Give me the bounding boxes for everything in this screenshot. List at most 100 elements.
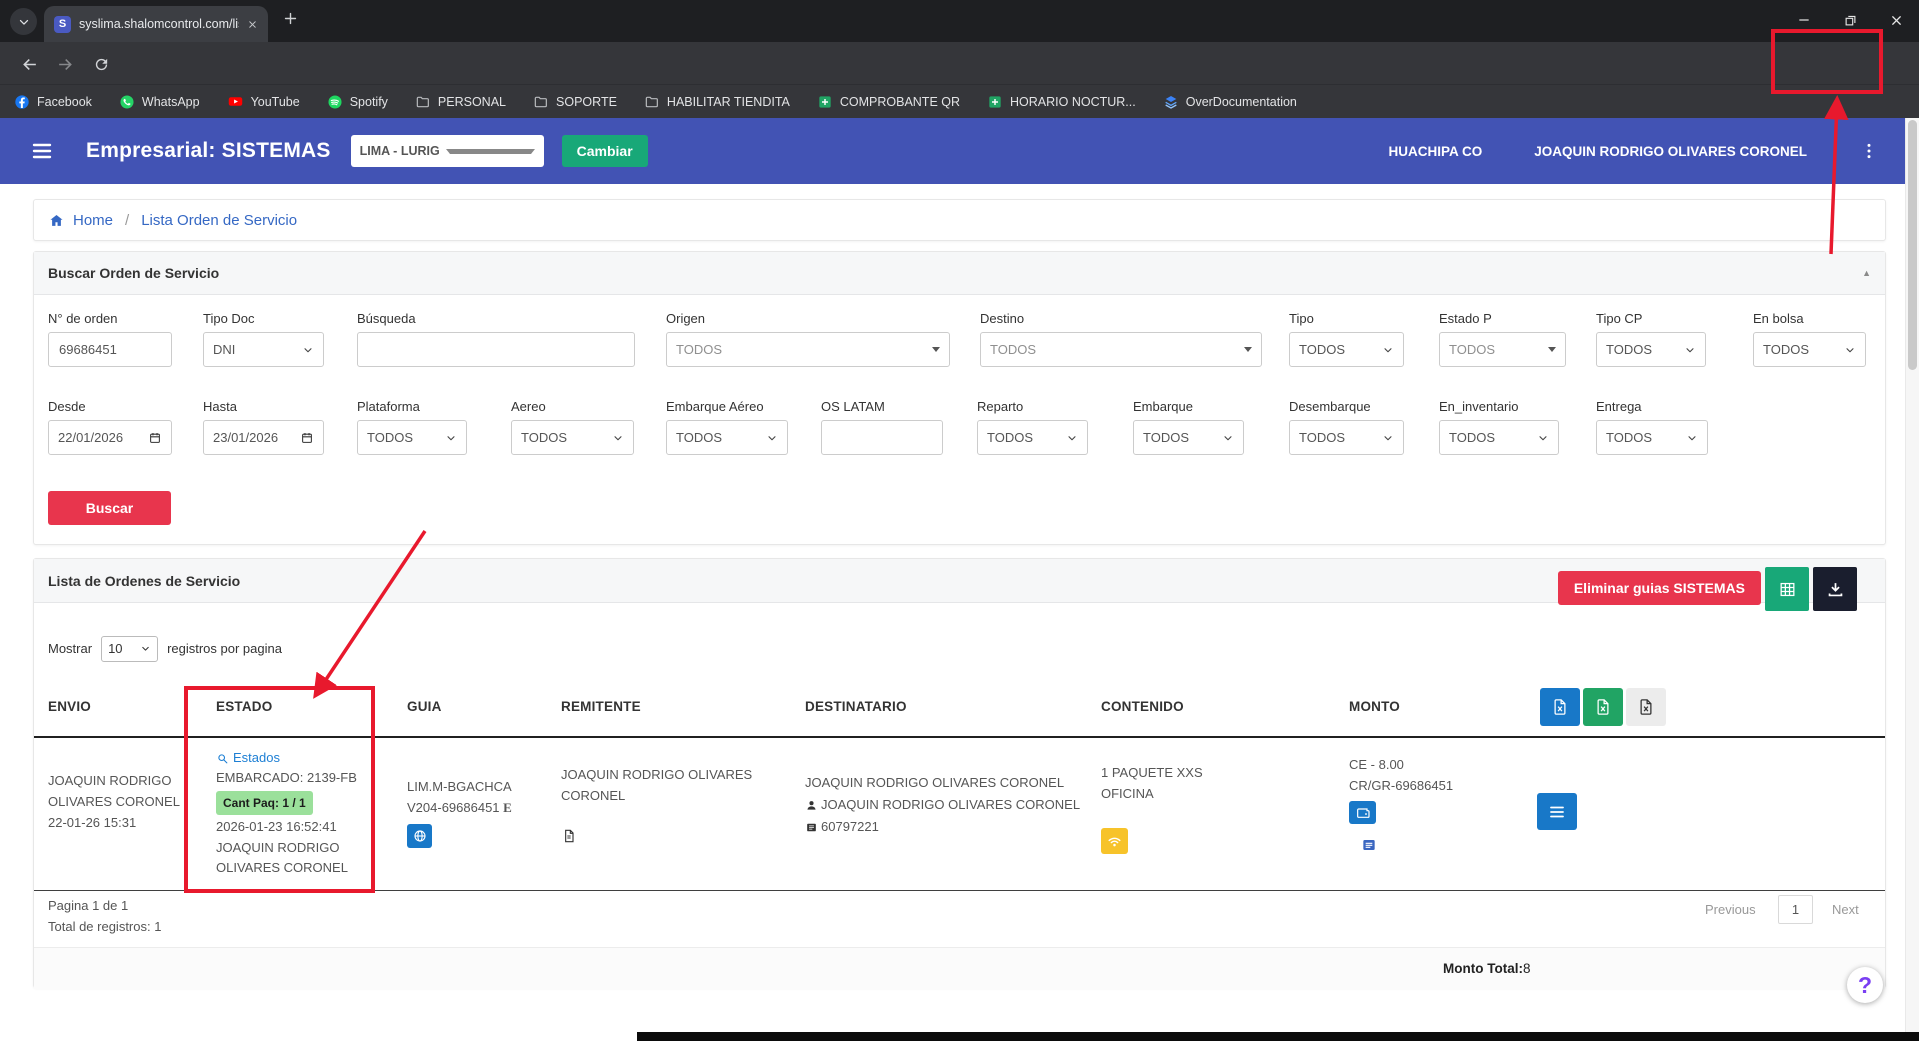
sheet-icon bbox=[817, 94, 833, 110]
bookmark-spotify[interactable]: Spotify bbox=[327, 94, 388, 110]
destino-select[interactable]: TODOS bbox=[980, 332, 1262, 367]
app-menu-dots-icon[interactable] bbox=[1859, 141, 1879, 161]
chevron-down-icon bbox=[1684, 344, 1696, 356]
download-button[interactable] bbox=[1813, 567, 1857, 611]
next-page-button[interactable]: Next bbox=[1832, 902, 1859, 917]
excel-file-icon bbox=[1594, 698, 1612, 716]
tracking-web-button[interactable] bbox=[407, 824, 432, 848]
bookmark-comprobante-qr[interactable]: COMPROBANTE QR bbox=[817, 94, 960, 110]
page-scrollbar[interactable] bbox=[1905, 118, 1919, 1041]
bookmark-whatsapp[interactable]: WhatsApp bbox=[119, 94, 200, 110]
origen-select[interactable]: TODOS bbox=[666, 332, 950, 367]
field-en-inventario: En_inventario TODOS bbox=[1439, 399, 1559, 455]
bookmark-horario-nocturno[interactable]: HORARIO NOCTUR... bbox=[987, 94, 1136, 110]
close-button[interactable] bbox=[1873, 0, 1919, 40]
tipo-cp-select[interactable]: TODOS bbox=[1596, 332, 1706, 367]
orders-list-panel: Lista de Ordenes de Servicio Eliminar gu… bbox=[33, 558, 1886, 988]
user-name-label[interactable]: JOAQUIN RODRIGO OLIVARES CORONEL bbox=[1534, 144, 1807, 159]
tab-search-button[interactable] bbox=[10, 8, 37, 35]
back-button[interactable] bbox=[14, 49, 44, 79]
scrollbar-thumb[interactable] bbox=[1908, 120, 1917, 370]
bookmark-folder-habilitar-tiendita[interactable]: HABILITAR TIENDITA bbox=[644, 94, 790, 110]
previous-page-button[interactable]: Previous bbox=[1705, 902, 1756, 917]
table-view-button[interactable] bbox=[1765, 567, 1809, 611]
collapse-caret-icon[interactable]: ▲ bbox=[1862, 268, 1871, 278]
grid-icon bbox=[1778, 580, 1797, 599]
reparto-select[interactable]: TODOS bbox=[977, 420, 1088, 455]
field-desembarque: Desembarque TODOS bbox=[1289, 399, 1404, 455]
field-plataforma: Plataforma TODOS bbox=[357, 399, 467, 455]
col-contenido[interactable]: CONTENIDO bbox=[1101, 699, 1184, 714]
desembarque-select[interactable]: TODOS bbox=[1289, 420, 1404, 455]
tipo-select[interactable]: TODOS bbox=[1289, 332, 1404, 367]
cell-guia: LIM.M-BGACHCA V204-69686451 E bbox=[407, 776, 552, 848]
col-envio[interactable]: ENVIO bbox=[48, 699, 91, 714]
embarque-select[interactable]: TODOS bbox=[1133, 420, 1244, 455]
forward-button[interactable] bbox=[50, 49, 80, 79]
busqueda-input[interactable] bbox=[357, 332, 635, 367]
bookmarks-bar: Facebook WhatsApp YouTube Spotify PERSON… bbox=[0, 84, 1919, 118]
field-desde: Desde 22/01/2026 bbox=[48, 399, 172, 455]
branch-select[interactable]: LIMA - LURIGANCHO - HUACHIPA CO bbox=[351, 135, 544, 167]
entrega-select[interactable]: TODOS bbox=[1596, 420, 1708, 455]
restore-button[interactable] bbox=[1827, 0, 1873, 40]
tipo-doc-select[interactable]: DNI bbox=[203, 332, 324, 367]
search-panel: Buscar Orden de Servicio ▲ N° de orden T… bbox=[33, 251, 1886, 545]
plataforma-select[interactable]: TODOS bbox=[357, 420, 467, 455]
desde-date-input[interactable]: 22/01/2026 bbox=[48, 420, 172, 455]
chevron-down-icon bbox=[766, 432, 778, 444]
destinatario-phone: 60797221 bbox=[805, 816, 1105, 838]
hamburger-menu-icon[interactable] bbox=[30, 139, 54, 163]
bookmark-facebook[interactable]: Facebook bbox=[14, 94, 92, 110]
tab-close-icon[interactable] bbox=[247, 19, 258, 30]
row-actions-button[interactable] bbox=[1537, 793, 1577, 830]
os-latam-input[interactable] bbox=[821, 420, 943, 455]
list-header-actions: Eliminar guias SISTEMAS bbox=[1558, 571, 1857, 611]
buscar-button[interactable]: Buscar bbox=[48, 491, 171, 525]
estado-p-select[interactable]: TODOS bbox=[1439, 332, 1566, 367]
new-tab-button[interactable] bbox=[282, 10, 299, 28]
window-controls bbox=[1781, 0, 1919, 40]
show-suffix-label: registros por pagina bbox=[167, 641, 282, 656]
wallet-button[interactable] bbox=[1349, 801, 1376, 824]
folder-icon bbox=[644, 94, 660, 110]
col-remitente[interactable]: REMITENTE bbox=[561, 699, 641, 714]
estado-status: EMBARCADO: 2139-FB bbox=[216, 768, 381, 789]
breadcrumb: Home / Lista Orden de Servicio bbox=[33, 199, 1886, 241]
wallet-icon bbox=[1355, 805, 1371, 821]
calendar-icon bbox=[300, 431, 314, 445]
bookmark-youtube[interactable]: YouTube bbox=[227, 93, 300, 110]
export-excel-blue-button[interactable] bbox=[1540, 688, 1580, 726]
chevron-down-icon bbox=[1382, 432, 1394, 444]
export-excel-gray-button[interactable] bbox=[1626, 688, 1666, 726]
breadcrumb-home-link[interactable]: Home bbox=[73, 212, 113, 229]
help-button[interactable]: ? bbox=[1847, 967, 1883, 1003]
col-monto[interactable]: MONTO bbox=[1349, 699, 1400, 714]
monto-line2: CR/GR-69686451 bbox=[1349, 775, 1529, 796]
en-bolsa-select[interactable]: TODOS bbox=[1753, 332, 1866, 367]
page-size-select[interactable]: 10 bbox=[101, 636, 158, 662]
cambiar-button[interactable]: Cambiar bbox=[562, 135, 648, 167]
browser-tab[interactable]: S syslima.shalomcontrol.com/lista bbox=[44, 6, 268, 42]
bookmark-overdocumentation[interactable]: OverDocumentation bbox=[1163, 94, 1297, 110]
remitente-doc-icon[interactable] bbox=[561, 824, 771, 845]
col-guia[interactable]: GUIA bbox=[407, 699, 442, 714]
aereo-select[interactable]: TODOS bbox=[511, 420, 634, 455]
col-estado[interactable]: ESTADO bbox=[216, 699, 272, 714]
bookmark-folder-personal[interactable]: PERSONAL bbox=[415, 94, 506, 110]
export-excel-green-button[interactable] bbox=[1583, 688, 1623, 726]
estados-link[interactable]: Estados bbox=[216, 748, 381, 768]
eliminar-guias-button[interactable]: Eliminar guias SISTEMAS bbox=[1558, 571, 1761, 605]
embarque-aereo-select[interactable]: TODOS bbox=[666, 420, 788, 455]
reload-button[interactable] bbox=[86, 49, 116, 79]
col-destinatario[interactable]: DESTINATARIO bbox=[805, 699, 907, 714]
hasta-date-input[interactable]: 23/01/2026 bbox=[203, 420, 324, 455]
bookmark-folder-soporte[interactable]: SOPORTE bbox=[533, 94, 617, 110]
minimize-button[interactable] bbox=[1781, 0, 1827, 40]
wifi-status-button[interactable] bbox=[1101, 828, 1128, 854]
branch-short-label[interactable]: HUACHIPA CO bbox=[1388, 144, 1482, 159]
numero-orden-input[interactable] bbox=[48, 332, 172, 367]
detail-list-icon[interactable] bbox=[1361, 833, 1377, 854]
en-inventario-select[interactable]: TODOS bbox=[1439, 420, 1559, 455]
current-page-button[interactable]: 1 bbox=[1778, 895, 1813, 924]
